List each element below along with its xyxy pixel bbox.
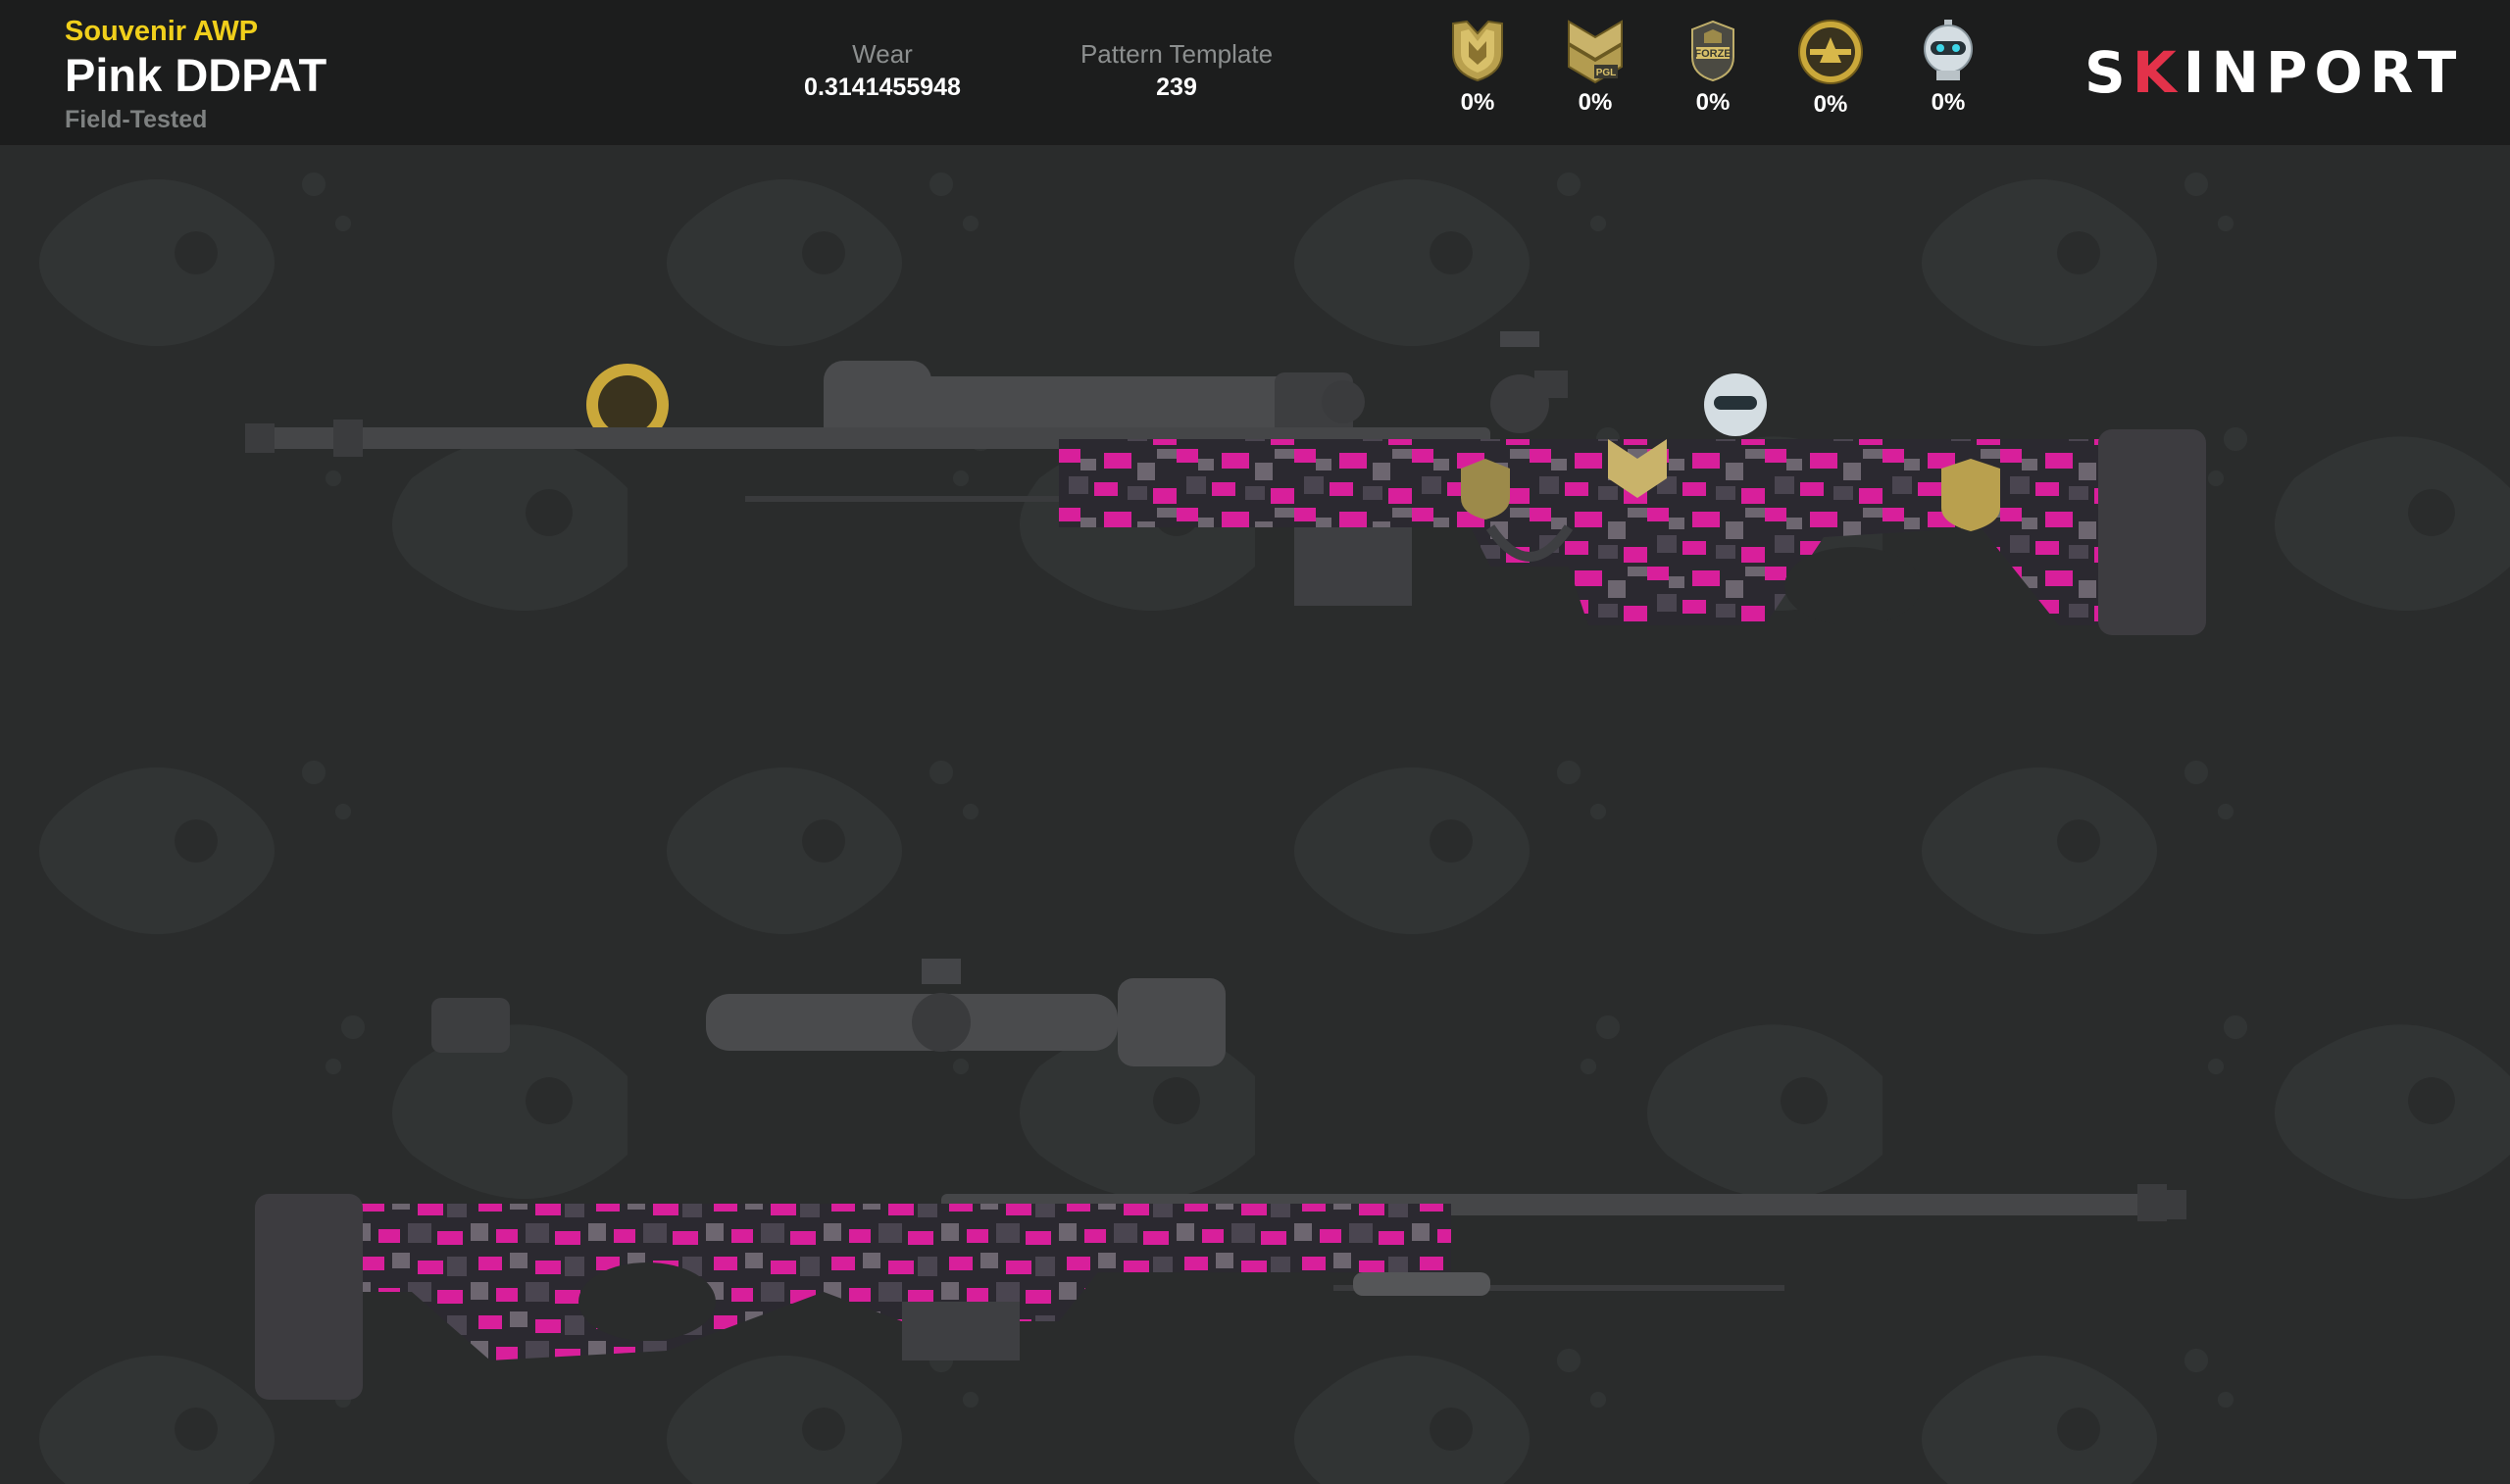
sticker-slot-5[interactable]: 0%: [1904, 18, 1992, 118]
sticker-wear-2: 0%: [1578, 89, 1613, 116]
team-shield-sticker-icon: [1452, 20, 1503, 82]
sticker-wear-5: 0%: [1931, 89, 1966, 116]
pattern-value: 239: [1156, 74, 1197, 101]
robot-sticker-icon: [1924, 20, 1973, 80]
item-title-block: Souvenir AWP Pink DDPAT Field-Tested: [65, 14, 326, 135]
sticker-slot-4[interactable]: 0%: [1786, 18, 1875, 120]
skinport-logo[interactable]: SKINPORT: [2084, 39, 2463, 106]
wear-value: 0.3141455948: [804, 74, 961, 101]
sticker-slot-2[interactable]: PGL 0%: [1551, 18, 1639, 118]
item-name: Pink DDPAT: [65, 49, 327, 101]
pgl-chevron-sticker-icon: PGL: [1568, 20, 1623, 84]
item-subtitle: Souvenir AWP: [65, 16, 259, 47]
sticker-slot-1[interactable]: 0%: [1433, 18, 1522, 118]
svg-text:PGL: PGL: [1596, 68, 1617, 78]
sticker-wear-4: 0%: [1813, 91, 1848, 118]
svg-text:FORZE: FORZE: [1694, 48, 1731, 60]
gold-coin-sticker-icon: [1798, 20, 1863, 84]
sticker-wear-3: 0%: [1695, 89, 1731, 116]
pattern-label: Pattern Template: [1079, 39, 1274, 69]
weapon-image-side-1: [245, 331, 2206, 635]
wear-label: Wear: [852, 39, 913, 69]
skinport-logo-text: SKINPORT: [2084, 39, 2464, 106]
item-header: Souvenir AWP Pink DDPAT Field-Tested Wea…: [0, 0, 2510, 145]
item-exterior: Field-Tested: [65, 106, 208, 133]
weapon-image-side-2: [255, 959, 2186, 1400]
forze-sticker-icon: FORZE: [1691, 20, 1734, 82]
sticker-slot-3[interactable]: FORZE 0%: [1669, 18, 1757, 118]
wear-stat: Wear 0.3141455948: [765, 37, 1000, 104]
pattern-stat: Pattern Template 239: [1039, 37, 1314, 104]
weapon-preview-area: [0, 145, 2510, 1484]
sticker-wear-1: 0%: [1460, 89, 1495, 116]
